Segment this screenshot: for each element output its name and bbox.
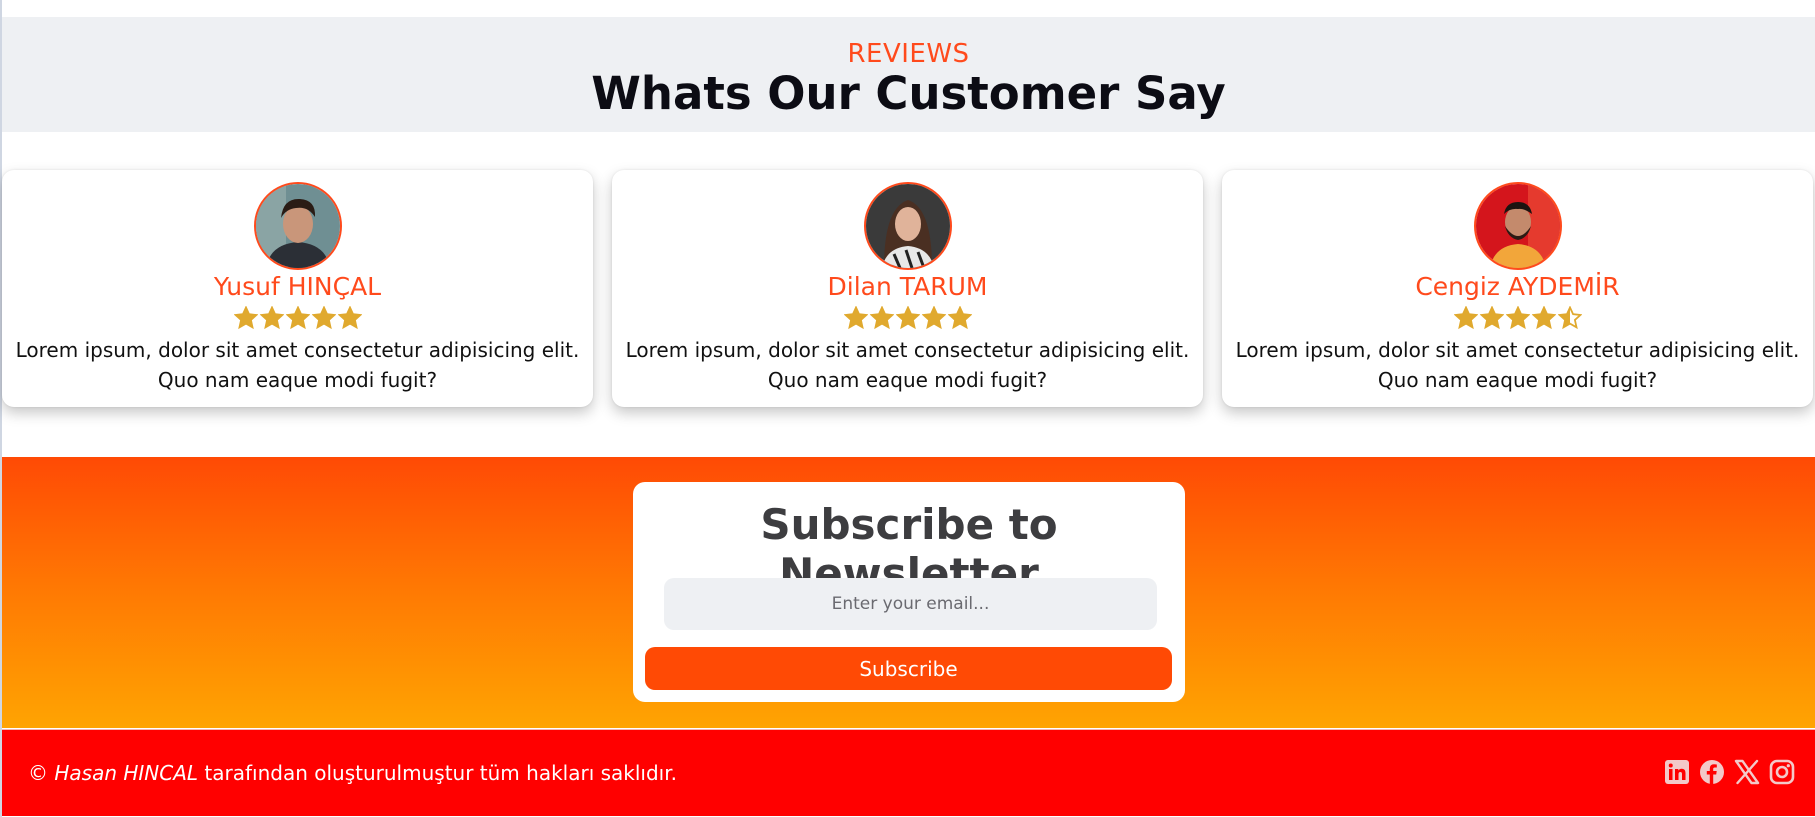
review-text: Lorem ipsum, dolor sit amet consectetur … — [625, 338, 1190, 392]
instagram-icon — [1769, 759, 1795, 785]
reviewer-avatar — [1473, 182, 1562, 270]
star-full-icon — [337, 306, 362, 330]
star-full-icon — [259, 306, 284, 330]
star-full-icon — [285, 306, 310, 330]
star-half-icon — [1557, 306, 1582, 330]
facebook-link[interactable] — [1699, 759, 1725, 785]
newsletter-card: Subscribe to Newsletter Subscribe — [633, 482, 1185, 702]
subscribe-button[interactable]: Subscribe — [645, 647, 1172, 690]
section-title: Whats Our Customer Say — [591, 67, 1226, 120]
reviewer-name: Cengiz AYDEMİR — [1415, 272, 1620, 301]
star-full-icon — [1505, 306, 1530, 330]
newsletter-section: Subscribe to Newsletter Subscribe — [2, 457, 1815, 728]
avatar-photo-woman — [865, 184, 950, 268]
star-rating — [1222, 306, 1813, 330]
copyright-text: © Hasan HINCAL tarafından oluşturulmuştu… — [28, 761, 677, 785]
star-full-icon — [947, 306, 972, 330]
star-full-icon — [233, 306, 258, 330]
star-rating — [612, 306, 1203, 330]
review-card: Dilan TARUM Lorem ipsum, dolor sit amet … — [612, 170, 1203, 407]
email-input[interactable] — [664, 578, 1157, 630]
star-full-icon — [921, 306, 946, 330]
instagram-link[interactable] — [1769, 759, 1795, 785]
star-full-icon — [311, 306, 336, 330]
review-card: Cengiz AYDEMİR Lorem ipsum, dolor sit am… — [1222, 170, 1813, 407]
reviewer-name: Yusuf HINÇAL — [213, 272, 382, 301]
avatar-photo-bearded-man — [1475, 184, 1560, 268]
social-links — [1664, 759, 1795, 785]
facebook-icon — [1700, 760, 1724, 784]
star-full-icon — [895, 306, 920, 330]
star-full-icon — [1531, 306, 1556, 330]
copyright-symbol: © — [28, 761, 48, 785]
reviewer-avatar — [863, 182, 952, 270]
section-eyebrow: REVIEWS — [847, 39, 970, 69]
star-full-icon — [1453, 306, 1478, 330]
review-text: Lorem ipsum, dolor sit amet consectetur … — [15, 338, 580, 392]
copyright-rest: tarafından oluşturulmuştur tüm hakları s… — [204, 761, 677, 785]
linkedin-link[interactable] — [1664, 759, 1690, 785]
star-full-icon — [1479, 306, 1504, 330]
star-full-icon — [843, 306, 868, 330]
reviewer-name: Dilan TARUM — [827, 272, 988, 301]
author-name: Hasan HINCAL — [54, 761, 199, 785]
linkedin-icon — [1665, 760, 1689, 784]
review-card: Yusuf HINÇAL Lorem ipsum, dolor sit amet… — [2, 170, 593, 407]
avatar-photo-young-man — [255, 184, 340, 268]
review-text: Lorem ipsum, dolor sit amet consectetur … — [1235, 338, 1800, 392]
star-full-icon — [869, 306, 894, 330]
x-icon — [1734, 759, 1760, 785]
reviewer-avatar — [253, 182, 342, 270]
star-rating — [2, 306, 593, 330]
footer: © Hasan HINCAL tarafından oluşturulmuştu… — [2, 729, 1815, 816]
x-link[interactable] — [1734, 759, 1760, 785]
reviews-header: REVIEWS Whats Our Customer Say — [2, 17, 1815, 132]
